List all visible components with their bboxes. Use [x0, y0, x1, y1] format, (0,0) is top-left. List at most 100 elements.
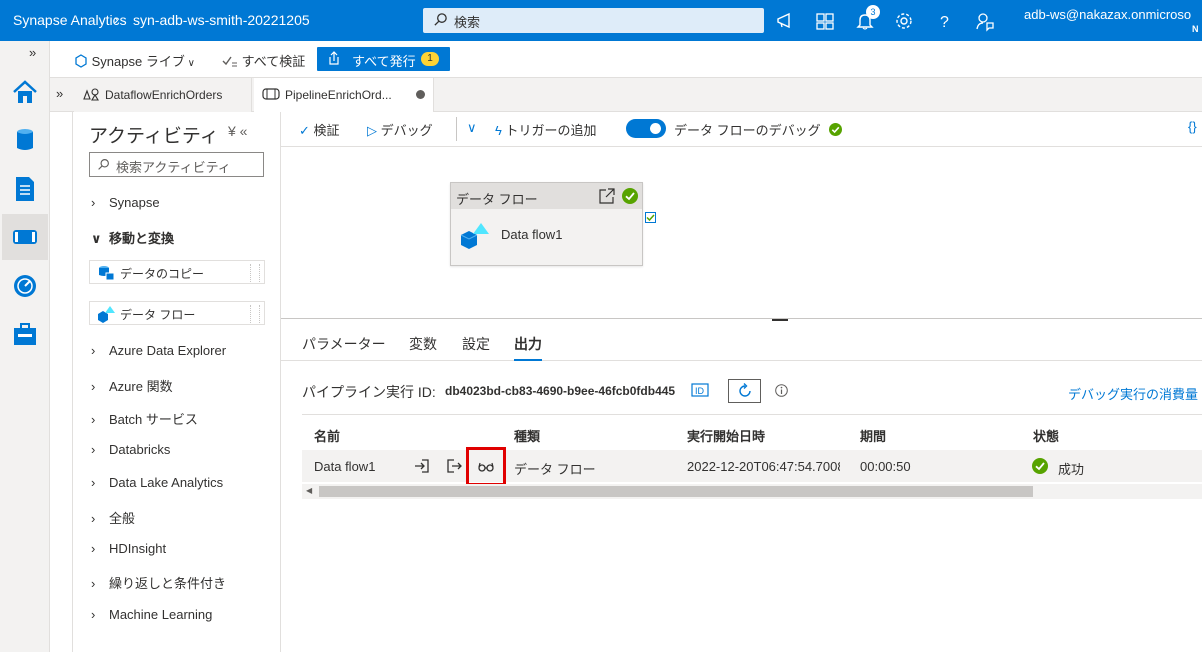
- drag-handle[interactable]: [250, 305, 260, 323]
- category-label: 全般: [109, 511, 136, 526]
- account-name[interactable]: adb-ws@nakazax.onmicroso: [1024, 7, 1191, 22]
- category-general[interactable]: › 全般: [91, 508, 135, 527]
- product-name[interactable]: Synapse Analytics: [13, 12, 127, 28]
- dataflow-activity-node[interactable]: データ フロー Data flow1: [450, 182, 643, 266]
- output-icon[interactable]: [445, 457, 463, 475]
- help-icon[interactable]: ?: [934, 10, 956, 32]
- monitor-hub-icon[interactable]: [10, 271, 40, 301]
- add-trigger-label: トリガーの追加: [505, 123, 597, 138]
- details-button-highlight: [466, 447, 506, 486]
- category-iteration-conditionals[interactable]: › 繰り返しと条件付き: [91, 573, 226, 592]
- svg-text:?: ?: [940, 14, 949, 31]
- cell-activity-name: Data flow1: [314, 459, 376, 474]
- chevron-right-icon: ›: [91, 576, 96, 591]
- tab-variables[interactable]: 変数: [409, 334, 437, 354]
- category-azure-data-explorer[interactable]: › Azure Data Explorer: [91, 343, 226, 358]
- column-header-start-time[interactable]: 実行開始日時: [687, 426, 765, 445]
- table-row[interactable]: Data flow1 データ フロー 2022-12-20T06:47:54.7…: [302, 450, 1202, 482]
- pipeline-tab-icon: [262, 88, 280, 100]
- column-header-duration[interactable]: 期間: [860, 426, 886, 445]
- validate-button[interactable]: ✓ 検証: [299, 120, 340, 139]
- settings-gear-icon[interactable]: [893, 10, 915, 32]
- megaphone-icon[interactable]: [774, 10, 796, 32]
- collapse-activities-icon[interactable]: ¥ «: [228, 123, 247, 139]
- column-header-status[interactable]: 状態: [1033, 426, 1059, 445]
- column-header-name[interactable]: 名前: [314, 426, 340, 445]
- activity-data-flow[interactable]: データ フロー: [89, 301, 265, 325]
- top-bar: Synapse Analytics › syn-adb-ws-smith-202…: [0, 0, 1202, 41]
- scrollbar-thumb[interactable]: [319, 486, 1033, 497]
- integrate-hub-icon[interactable]: [2, 214, 48, 260]
- info-icon[interactable]: [775, 384, 788, 397]
- pipeline-canvas[interactable]: データ フロー Data flow1: [281, 147, 1202, 319]
- debug-run-consumption-link[interactable]: デバッグ実行の消費量: [1068, 384, 1198, 403]
- cell-activity-type: データ フロー: [514, 462, 596, 477]
- expand-panel-icon[interactable]: »: [56, 86, 63, 101]
- editor-tab-bar: » DataflowEnrichOrders PipelineEnrichOrd…: [50, 78, 1202, 112]
- workspace-name[interactable]: syn-adb-ws-smith-20221205: [133, 12, 310, 28]
- success-check-icon: [829, 123, 842, 136]
- cell-duration: 00:00:50: [860, 459, 911, 474]
- scroll-left-icon[interactable]: ◀: [306, 486, 312, 495]
- copy-id-icon[interactable]: ID: [691, 383, 709, 397]
- success-check-icon: [622, 188, 638, 204]
- develop-hub-icon[interactable]: [10, 174, 40, 204]
- open-external-icon[interactable]: [598, 188, 615, 205]
- home-icon[interactable]: [10, 78, 40, 108]
- publish-all-button[interactable]: すべて発行 1: [317, 47, 450, 71]
- category-databricks[interactable]: › Databricks: [91, 442, 170, 457]
- search-icon: [98, 159, 109, 170]
- tab-output[interactable]: 出力: [514, 334, 542, 361]
- activities-search-input[interactable]: 検索アクティビティ: [89, 152, 264, 177]
- live-mode-dropdown[interactable]: Synapse ライブ ∨: [74, 51, 195, 70]
- category-data-lake-analytics[interactable]: › Data Lake Analytics: [91, 475, 223, 490]
- column-header-type[interactable]: 種類: [514, 426, 540, 445]
- horizontal-scrollbar[interactable]: ◀: [302, 484, 1202, 499]
- drag-handle[interactable]: [250, 264, 260, 282]
- category-machine-learning[interactable]: › Machine Learning: [91, 607, 212, 622]
- category-azure-functions[interactable]: › Azure 関数: [91, 376, 173, 395]
- chevron-right-icon: ›: [91, 195, 96, 210]
- expand-nav-icon[interactable]: »: [29, 45, 36, 60]
- input-icon[interactable]: [413, 457, 431, 475]
- cell-status: 成功: [1058, 462, 1085, 477]
- category-move-transform[interactable]: ∨ 移動と変換: [91, 228, 174, 247]
- category-label: Data Lake Analytics: [109, 475, 224, 490]
- node-name: Data flow1: [501, 227, 563, 242]
- completion-checkbox-icon[interactable]: [645, 212, 656, 223]
- category-hdinsight[interactable]: › HDInsight: [91, 541, 166, 556]
- tab-parameters[interactable]: パラメーター: [302, 334, 386, 354]
- category-synapse[interactable]: › Synapse: [91, 195, 160, 210]
- properties-tabs: パラメーター 変数 設定 出力: [281, 321, 1202, 361]
- chevron-right-icon: ›: [91, 343, 96, 358]
- tab-pipeline-enrich-orders[interactable]: PipelineEnrichOrd...: [254, 78, 434, 112]
- node-type-label: データ フロー: [456, 192, 538, 207]
- refresh-button[interactable]: [728, 379, 761, 403]
- activity-label: データのコピー: [120, 267, 205, 281]
- chevron-down-icon: ∨: [91, 231, 102, 246]
- category-batch-service[interactable]: › Batch サービス: [91, 409, 198, 428]
- validate-all-button[interactable]: すべて検証: [222, 51, 305, 70]
- lightning-icon: ϟ: [495, 123, 506, 138]
- directory-icon[interactable]: [814, 10, 836, 32]
- chevron-down-icon: ∨: [184, 58, 195, 69]
- tab-dataflow-enrich-orders[interactable]: DataflowEnrichOrders: [74, 78, 252, 112]
- dataflow-debug-toggle[interactable]: [626, 119, 666, 138]
- manage-hub-icon[interactable]: [10, 319, 40, 349]
- category-label: 繰り返しと条件付き: [109, 576, 227, 591]
- activity-copy-data[interactable]: データのコピー: [89, 260, 265, 284]
- tab-settings[interactable]: 設定: [462, 334, 490, 354]
- chevron-right-icon: ›: [91, 442, 96, 457]
- category-label: HDInsight: [109, 541, 167, 556]
- chevron-right-icon: ›: [91, 412, 96, 427]
- feedback-icon[interactable]: [974, 10, 996, 32]
- unsaved-changes-dot[interactable]: [416, 90, 425, 99]
- debug-button[interactable]: ▷ デバッグ: [367, 120, 433, 139]
- category-label: Machine Learning: [109, 607, 213, 622]
- debug-options-chevron-icon[interactable]: ∨: [467, 120, 477, 136]
- add-trigger-button[interactable]: ϟ トリガーの追加: [495, 120, 597, 139]
- global-search-input[interactable]: 検索: [423, 8, 764, 33]
- code-view-icon[interactable]: {}: [1188, 119, 1197, 134]
- category-label: Azure 関数: [109, 379, 173, 394]
- data-hub-icon[interactable]: [10, 125, 40, 155]
